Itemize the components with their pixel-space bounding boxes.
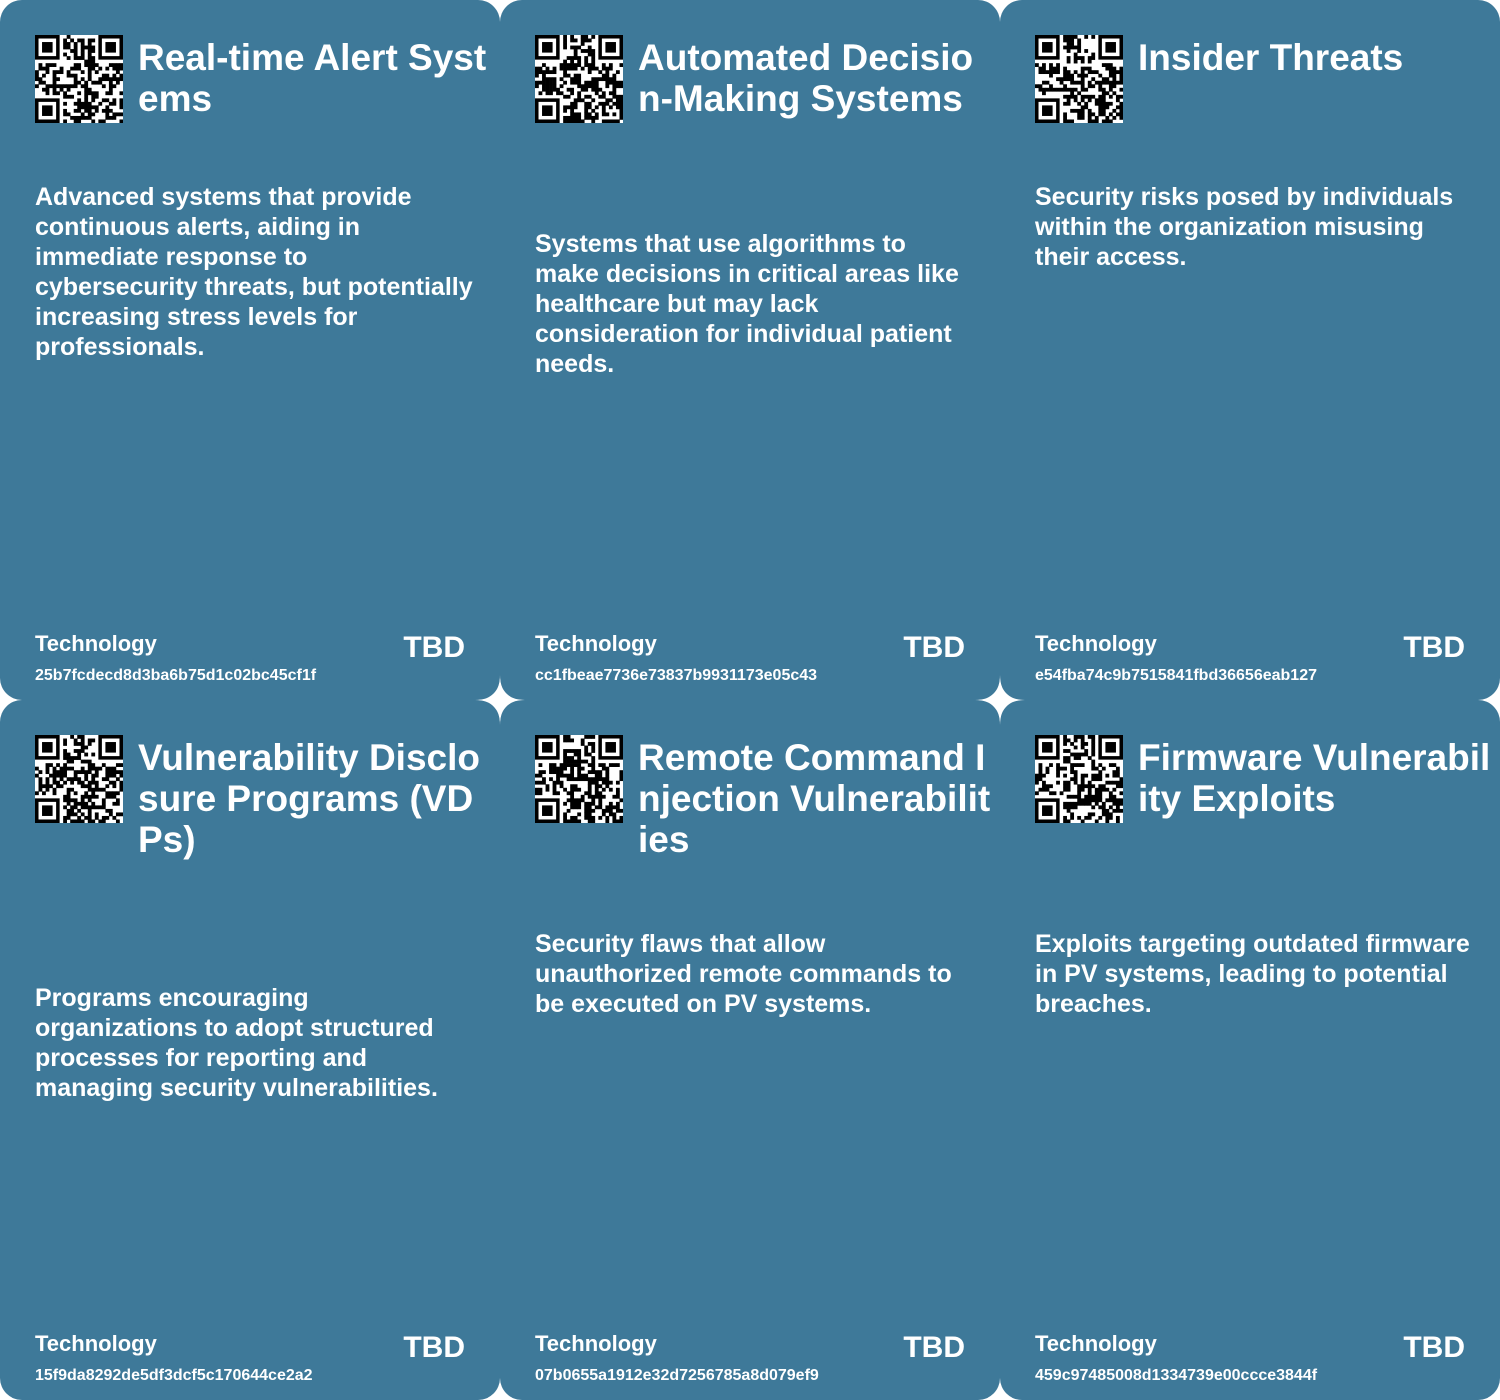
card-real-time-alert-systems[interactable]: Real-time Alert Systems Advanced systems…	[0, 0, 500, 700]
card-description: Programs encouraging organizations to ad…	[35, 984, 438, 1102]
card-remote-command-injection[interactable]: Remote Command Injection Vulnerabilities…	[500, 700, 1000, 1400]
card-status: TBD	[903, 1331, 965, 1364]
card-title: Firmware Vulnerability Exploits	[1138, 737, 1491, 819]
sparkle-icon	[475, 675, 525, 725]
card-insider-threats[interactable]: Insider Threats Security risks posed by …	[1000, 0, 1500, 700]
card-title: Vulnerability Disclosure Programs (VDPs)	[138, 737, 480, 860]
card-category: Technology	[1035, 1331, 1157, 1356]
card-description: Security flaws that allow unauthorized r…	[535, 930, 952, 1018]
card-vulnerability-disclosure-programs[interactable]: Vulnerability Disclosure Programs (VDPs)…	[0, 700, 500, 1400]
card-hash: 15f9da8292de5df3dcf5c170644ce2a2	[35, 1367, 313, 1384]
card-description: Security risks posed by individuals with…	[1035, 183, 1454, 271]
card-hash: cc1fbeae7736e73837b9931173e05c43	[535, 667, 818, 684]
card-category: Technology	[35, 1331, 157, 1356]
qr-code-icon	[1035, 35, 1123, 123]
card-status: TBD	[903, 631, 965, 664]
card-category: Technology	[535, 1331, 657, 1356]
card-category: Technology	[535, 631, 657, 656]
card-title: Remote Command Injection Vulnerabilities	[638, 737, 991, 860]
qr-code-icon	[35, 35, 123, 123]
card-status: TBD	[403, 631, 465, 664]
card-status: TBD	[1403, 1331, 1465, 1364]
card-description: Exploits targeting outdated firmware in …	[1035, 930, 1470, 1018]
card-title: Real-time Alert Systems	[138, 37, 487, 119]
card-description: Systems that use algorithms to make deci…	[535, 230, 959, 378]
card-title: Automated Decision-Making Systems	[638, 37, 974, 119]
card-status: TBD	[1403, 631, 1465, 664]
sparkle-icon	[975, 675, 1025, 725]
card-category: Technology	[1035, 631, 1157, 656]
card-status: TBD	[403, 1331, 465, 1364]
card-category: Technology	[35, 631, 157, 656]
qr-code-icon	[535, 735, 623, 823]
card-hash: 25b7fcdecd8d3ba6b75d1c02bc45cf1f	[35, 667, 317, 684]
card-title: Insider Threats	[1138, 37, 1404, 78]
card-grid: Real-time Alert Systems Advanced systems…	[0, 0, 1500, 1400]
card-hash: 07b0655a1912e32d7256785a8d079ef9	[535, 1367, 819, 1384]
card-hash: e54fba74c9b7515841fbd36656eab127	[1035, 667, 1317, 684]
card-automated-decision-making[interactable]: Automated Decision-Making Systems System…	[500, 0, 1000, 700]
card-hash: 459c97485008d1334739e00ccce3844f	[1035, 1367, 1318, 1384]
qr-code-icon	[1035, 735, 1123, 823]
qr-code-icon	[35, 735, 123, 823]
card-description: Advanced systems that provide continuous…	[35, 183, 473, 361]
card-firmware-vulnerability-exploits[interactable]: Firmware Vulnerability Exploits Exploits…	[1000, 700, 1500, 1400]
qr-code-icon	[535, 35, 623, 123]
